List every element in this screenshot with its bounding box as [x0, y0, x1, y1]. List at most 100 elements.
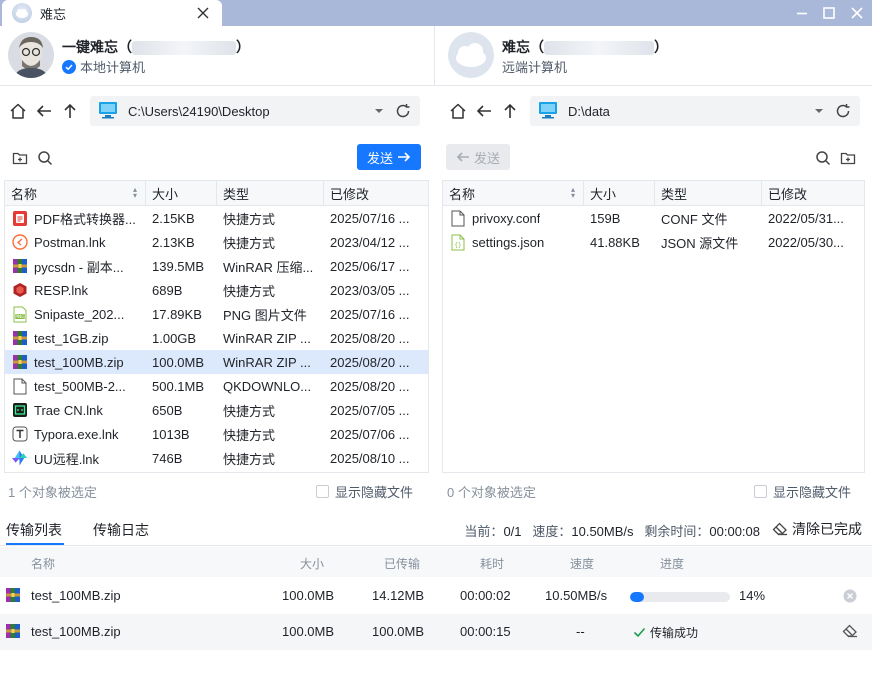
- col-type[interactable]: 类型: [655, 181, 762, 205]
- file-modified: 2023/03/05 ...: [330, 282, 410, 298]
- up-arrow-icon[interactable]: [60, 101, 80, 121]
- show-hidden-checkbox[interactable]: [316, 484, 329, 498]
- refresh-icon[interactable]: [394, 102, 412, 120]
- winrar-icon: [5, 587, 21, 606]
- file-type: WinRAR ZIP ...: [223, 330, 311, 346]
- file-name: PDF格式转换器...: [34, 211, 136, 227]
- remote-path-bar[interactable]: D:\data: [530, 96, 860, 126]
- file-row[interactable]: test_500MB-2... 500.1MB QKDOWNLO... 2025/08…: [5, 374, 428, 398]
- file-row[interactable]: pycsdn - 副本... 139.5MB WinRAR 压缩... 2025/06…: [5, 254, 428, 278]
- redacted-id: [544, 41, 654, 56]
- active-tab-indicator: [6, 543, 64, 545]
- pdf-icon: [11, 210, 28, 227]
- file-row[interactable]: Trae CN.lnk 650B 快捷方式 2025/07/05 ...: [5, 398, 428, 422]
- app-tab[interactable]: 难忘: [2, 0, 222, 26]
- local-table-header: 名称 ▴ ▾ 大小 类型 已修改: [5, 181, 428, 206]
- file-modified: 2022/05/31...: [768, 210, 844, 226]
- redacted-id: [132, 41, 236, 56]
- file-row[interactable]: test_100MB.zip 100.0MB WinRAR ZIP ... 2025/…: [5, 350, 428, 374]
- file-name-cell: pycsdn - 副本...: [5, 257, 146, 276]
- minimize-icon[interactable]: [792, 3, 812, 23]
- file-name-cell: {} settings.json: [443, 234, 584, 251]
- file-type: QKDOWNLO...: [223, 378, 312, 394]
- local-selection-count: 1 个对象被选定: [8, 484, 97, 500]
- file-name: Trae CN.lnk: [34, 402, 103, 418]
- col-name[interactable]: 名称 ▴ ▾: [443, 181, 584, 205]
- transfer-row[interactable]: test_100MB.zip 100.0MB 100.0MB 00:00:15 …: [0, 614, 872, 650]
- file-row[interactable]: Typora.exe.lnk 1013B 快捷方式 2025/07/06 ...: [5, 422, 428, 446]
- maximize-icon[interactable]: [819, 3, 839, 23]
- chevron-down-icon[interactable]: [372, 108, 386, 114]
- tab-transfer-log[interactable]: 传输日志: [93, 520, 149, 540]
- eraser-icon: [772, 522, 787, 536]
- check-icon: [633, 627, 646, 638]
- file-row[interactable]: UU远程.lnk 746B 快捷方式 2025/08/10 ...: [5, 446, 428, 470]
- file-size: 650B: [152, 402, 183, 418]
- col-name[interactable]: 名称 ▴ ▾: [5, 181, 146, 205]
- transfer-tabs: 传输列表 传输日志 当前：0/1 速度：10.50MB/s 剩余时间：00:00…: [0, 512, 872, 546]
- col-modified[interactable]: 已修改: [762, 181, 864, 205]
- local-path-text[interactable]: C:\Users\24190\Desktop: [128, 104, 372, 119]
- winrar-icon: [11, 258, 28, 275]
- local-path-bar[interactable]: C:\Users\24190\Desktop: [90, 96, 420, 126]
- home-icon[interactable]: [448, 101, 468, 121]
- file-row[interactable]: PDF格式转换器... 2.15KB 快捷方式 2025/07/16 ...: [5, 206, 428, 230]
- new-folder-icon[interactable]: [840, 150, 856, 166]
- file-row[interactable]: {} settings.json 41.88KB JSON 源文件 2022/05/30…: [443, 230, 864, 254]
- up-arrow-icon[interactable]: [500, 101, 520, 121]
- tab-close-icon[interactable]: [194, 4, 212, 22]
- file-size: 139.5MB: [152, 258, 205, 274]
- sort-icon: ▴ ▾: [570, 185, 575, 200]
- refresh-icon[interactable]: [834, 102, 852, 120]
- col-type[interactable]: 类型: [217, 181, 324, 205]
- file-row[interactable]: test_1GB.zip 1.00GB WinRAR ZIP ... 2025/08/…: [5, 326, 428, 350]
- eraser-icon[interactable]: [842, 624, 858, 641]
- file-row[interactable]: PNG Snipaste_202... 17.89KB PNG 图片文件 2025/07…: [5, 302, 428, 326]
- file-row[interactable]: privoxy.conf 159B CONF 文件 2022/05/31...: [443, 206, 864, 230]
- file-size: 1.00GB: [152, 330, 197, 346]
- computer-icon: [538, 101, 558, 122]
- file-modified: 2025/08/10 ...: [330, 450, 410, 466]
- send-back-button[interactable]: 发送: [446, 144, 510, 170]
- file-type: 快捷方式: [223, 211, 276, 227]
- home-icon[interactable]: [8, 101, 28, 121]
- local-subtitle: 本地计算机: [80, 60, 146, 75]
- file-modified: 2023/04/12 ...: [330, 234, 410, 250]
- file-size: 500.1MB: [152, 378, 205, 394]
- file-name: settings.json: [472, 234, 545, 250]
- file-row[interactable]: Postman.lnk 2.13KB 快捷方式 2023/04/12 ...: [5, 230, 428, 254]
- file-modified: 2025/07/06 ...: [330, 426, 410, 442]
- clear-completed-button[interactable]: 清除已完成: [772, 519, 862, 539]
- local-header: 一键难忘（） 本地计算机: [0, 26, 434, 86]
- search-icon[interactable]: [815, 150, 831, 166]
- chevron-down-icon[interactable]: [812, 108, 826, 114]
- close-window-icon[interactable]: [847, 3, 867, 23]
- new-folder-icon[interactable]: [12, 150, 28, 166]
- file-row[interactable]: RESP.lnk 689B 快捷方式 2023/03/05 ...: [5, 278, 428, 302]
- transfer-status: 传输成功: [633, 624, 698, 641]
- winrar-icon: [11, 354, 28, 371]
- cancel-icon[interactable]: [842, 588, 858, 607]
- local-show-hidden[interactable]: 显示隐藏文件: [316, 482, 413, 501]
- file-size: 2.15KB: [152, 210, 195, 226]
- file-type: CONF 文件: [661, 211, 728, 227]
- remote-show-hidden[interactable]: 显示隐藏文件: [754, 482, 851, 501]
- back-arrow-icon[interactable]: [34, 101, 54, 121]
- show-hidden-checkbox[interactable]: [754, 484, 767, 498]
- back-arrow-icon[interactable]: [474, 101, 494, 121]
- blank-file-icon: [11, 378, 28, 395]
- transfer-panel: 传输列表 传输日志 当前：0/1 速度：10.50MB/s 剩余时间：00:00…: [0, 512, 872, 690]
- transfer-row[interactable]: test_100MB.zip 100.0MB 14.12MB 00:00:02 …: [0, 578, 872, 614]
- tab-transfer-list[interactable]: 传输列表: [6, 520, 62, 540]
- col-modified[interactable]: 已修改: [324, 181, 428, 205]
- blank-file-icon: [449, 210, 466, 227]
- file-modified: 2022/05/30...: [768, 234, 844, 250]
- col-size[interactable]: 大小: [146, 181, 217, 205]
- file-name-cell: PDF格式转换器...: [5, 209, 146, 228]
- remote-path-text[interactable]: D:\data: [568, 104, 812, 119]
- col-size[interactable]: 大小: [584, 181, 655, 205]
- send-button[interactable]: 发送: [357, 144, 421, 170]
- file-name: UU远程.lnk: [34, 451, 100, 467]
- search-icon[interactable]: [37, 150, 53, 166]
- verified-check-icon: [62, 59, 76, 74]
